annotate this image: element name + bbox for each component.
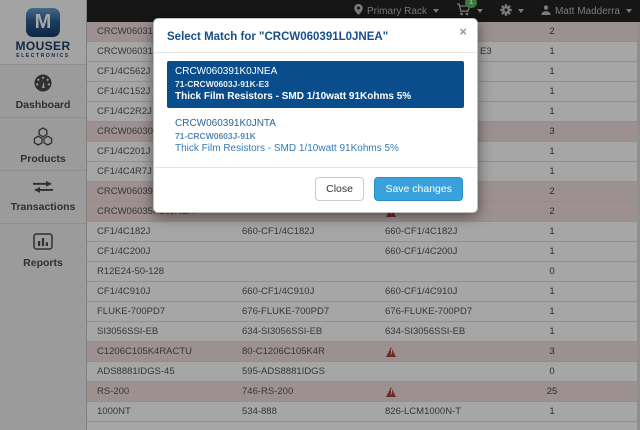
- modal-title: Select Match for "CRCW060391L0JNEA": [167, 31, 388, 43]
- option-mouser-sku: 71-CRCW0603J-91K-E3: [175, 78, 456, 90]
- option-part-number: CRCW060391K0JNEA: [175, 65, 456, 78]
- match-option-selected[interactable]: CRCW060391K0JNEA71-CRCW0603J-91K-E3Thick…: [167, 61, 464, 108]
- select-match-modal: Select Match for "CRCW060391L0JNEA" × CR…: [153, 18, 478, 213]
- save-changes-button[interactable]: Save changes: [374, 177, 463, 201]
- option-part-number: CRCW060391K0JNTA: [175, 117, 456, 130]
- modal-header: Select Match for "CRCW060391L0JNEA" ×: [154, 19, 477, 53]
- option-description: Thick Film Resistors - SMD 1/10watt 91Ko…: [175, 90, 456, 103]
- match-options: CRCW060391K0JNEA71-CRCW0603J-91K-E3Thick…: [154, 53, 477, 161]
- match-option[interactable]: CRCW060391K0JNTA71-CRCW0603J-91KThick Fi…: [167, 114, 464, 159]
- modal-footer: Close Save changes: [154, 167, 477, 212]
- option-mouser-sku: 71-CRCW0603J-91K: [175, 130, 456, 142]
- close-icon[interactable]: ×: [459, 24, 467, 39]
- close-button[interactable]: Close: [315, 177, 364, 201]
- option-description: Thick Film Resistors - SMD 1/10watt 91Ko…: [175, 142, 456, 155]
